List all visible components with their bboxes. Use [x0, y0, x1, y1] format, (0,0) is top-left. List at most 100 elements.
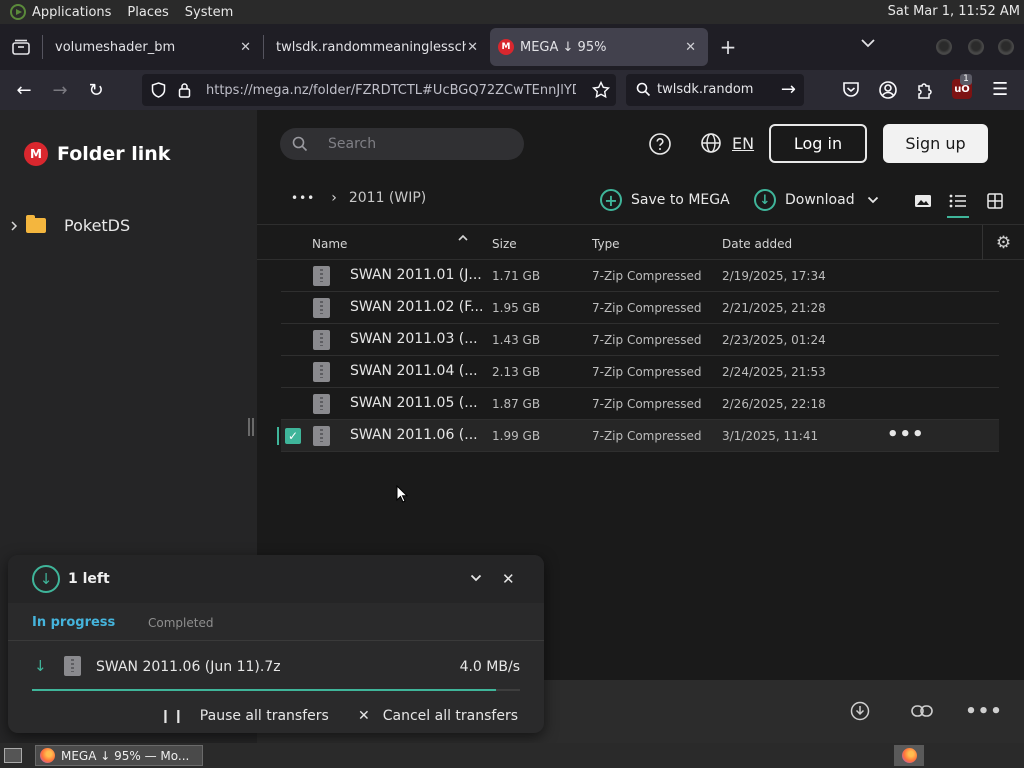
- tab-in-progress[interactable]: In progress: [32, 615, 115, 630]
- row-more-options-icon[interactable]: •••: [887, 424, 925, 445]
- os-menu-places[interactable]: Places: [127, 5, 168, 20]
- table-row[interactable]: SWAN 2011.02 (F... 1.95 GB 7-Zip Compresse…: [281, 292, 999, 324]
- globe-icon[interactable]: [700, 132, 724, 156]
- sidebar-resize-handle[interactable]: [248, 418, 254, 436]
- grid-view-icon[interactable]: [984, 190, 1006, 212]
- file-size: 1.95 GB: [492, 301, 541, 315]
- tab-list-chevron-icon[interactable]: [860, 38, 876, 48]
- file-name: SWAN 2011.02 (F...: [350, 299, 484, 315]
- file-type: 7-Zip Compressed: [592, 333, 702, 347]
- table-row[interactable]: SWAN 2011.04 (... 2.13 GB 7-Zip Compressed…: [281, 356, 999, 388]
- mega-logo-icon[interactable]: M: [24, 142, 48, 166]
- download-button[interactable]: ↓ Download: [754, 189, 879, 211]
- pocket-icon[interactable]: [842, 81, 860, 98]
- tab-twlsdk[interactable]: twlsdk.randommeaninglesschar ✕: [264, 28, 490, 66]
- breadcrumb-current[interactable]: 2011 (WIP): [349, 190, 426, 206]
- workspace-switcher[interactable]: [894, 745, 924, 766]
- tab-close-icon[interactable]: ✕: [240, 40, 251, 55]
- column-header-name[interactable]: Name: [312, 237, 347, 251]
- folder-icon: [26, 215, 46, 233]
- list-view-icon[interactable]: [947, 190, 969, 218]
- tab-volumeshader[interactable]: volumeshader_bm ✕: [43, 28, 263, 66]
- thumbnail-view-icon[interactable]: [912, 190, 934, 212]
- search-bar-text: twlsdk.random: [657, 82, 754, 97]
- tracking-shield-icon[interactable]: [151, 82, 166, 98]
- expand-chevron-icon[interactable]: [10, 220, 18, 231]
- account-icon[interactable]: [878, 80, 898, 100]
- tab-close-icon[interactable]: ✕: [467, 40, 478, 55]
- file-name: SWAN 2011.03 (...: [350, 331, 478, 347]
- signup-button[interactable]: Sign up: [883, 124, 988, 163]
- tab-completed[interactable]: Completed: [148, 616, 213, 630]
- tab-overview-icon[interactable]: [0, 24, 42, 70]
- os-top-panel: Applications Places System Sat Mar 1, 11…: [0, 0, 1024, 24]
- browser-tab-strip: volumeshader_bm ✕ twlsdk.randommeaningle…: [0, 24, 1024, 70]
- close-icon[interactable]: ✕: [502, 570, 515, 588]
- transfer-count: 1 left: [68, 571, 110, 587]
- bookmark-star-icon[interactable]: [592, 81, 610, 99]
- breadcrumb-more-button[interactable]: •••: [291, 191, 315, 205]
- chevron-down-icon[interactable]: [867, 196, 879, 204]
- transfer-manager: ↓ 1 left ✕ In progress Completed ↓ SWAN …: [8, 555, 544, 733]
- row-checkbox[interactable]: ✓: [285, 428, 301, 444]
- url-bar[interactable]: https://mega.nz/folder/FZRDTCTL#UcBGQ72Z…: [142, 74, 616, 106]
- show-desktop-icon[interactable]: [4, 748, 22, 763]
- breadcrumb: ••• › 2011 (WIP): [291, 190, 426, 206]
- extension-badge: 1: [960, 74, 972, 85]
- pause-all-button[interactable]: ❙❙ Pause all transfers: [160, 708, 329, 724]
- window-close-button[interactable]: [998, 39, 1014, 55]
- folder-toolbar: ••• › 2011 (WIP) + Save to MEGA ↓ Downlo…: [257, 180, 1024, 220]
- table-row[interactable]: SWAN 2011.03 (... 1.43 GB 7-Zip Compressed…: [281, 324, 999, 356]
- download-arrow-icon: ↓: [34, 657, 47, 675]
- cancel-all-button[interactable]: ✕ Cancel all transfers: [358, 708, 518, 724]
- search-input[interactable]: Search: [280, 128, 524, 160]
- file-size: 1.99 GB: [492, 429, 541, 443]
- transfer-actions: ❙❙ Pause all transfers ✕ Cancel all tran…: [8, 701, 544, 733]
- link-icon[interactable]: [911, 700, 933, 722]
- search-icon: [292, 136, 308, 152]
- table-row[interactable]: ✓ SWAN 2011.06 (... 1.99 GB 7-Zip Compresse…: [277, 420, 999, 452]
- table-row[interactable]: SWAN 2011.01 (J... 1.71 GB 7-Zip Compresse…: [281, 260, 999, 292]
- os-menu-applications[interactable]: Applications: [32, 5, 111, 20]
- window-maximize-button[interactable]: [968, 39, 984, 55]
- search-go-arrow-icon[interactable]: →: [781, 79, 796, 100]
- search-bar[interactable]: twlsdk.random →: [626, 74, 804, 106]
- download-icon[interactable]: [849, 700, 871, 722]
- file-table-header: Name Size Type Date added ⚙: [257, 224, 1024, 260]
- table-row[interactable]: SWAN 2011.05 (... 1.87 GB 7-Zip Compressed…: [281, 388, 999, 420]
- column-header-size[interactable]: Size: [492, 237, 517, 251]
- language-selector[interactable]: EN: [732, 134, 754, 153]
- transfer-header: ↓ 1 left ✕: [8, 555, 544, 603]
- more-options-icon[interactable]: •••: [965, 700, 1002, 722]
- window-minimize-button[interactable]: [936, 39, 952, 55]
- hamburger-menu-icon[interactable]: ☰: [992, 79, 1008, 100]
- column-header-type[interactable]: Type: [592, 237, 620, 251]
- os-menu-logo-icon[interactable]: [10, 4, 26, 20]
- save-to-mega-button[interactable]: + Save to MEGA: [600, 189, 730, 211]
- taskbar-window-mega[interactable]: MEGA ↓ 95% — Mo...: [35, 745, 203, 766]
- os-menu-system[interactable]: System: [185, 5, 233, 20]
- collapse-chevron-icon[interactable]: [470, 574, 482, 582]
- tab-mega[interactable]: M MEGA ↓ 95% ✕: [490, 28, 708, 66]
- save-to-mega-label: Save to MEGA: [631, 192, 730, 208]
- login-button[interactable]: Log in: [769, 124, 867, 163]
- sidebar-item-poketds[interactable]: PoketDS: [10, 215, 130, 235]
- reload-icon[interactable]: ↻: [78, 74, 114, 106]
- forward-arrow-icon[interactable]: →: [42, 74, 78, 106]
- new-tab-button[interactable]: +: [708, 28, 748, 66]
- help-icon[interactable]: [648, 132, 672, 156]
- os-clock[interactable]: Sat Mar 1, 11:52 AM: [888, 4, 1020, 19]
- back-arrow-icon[interactable]: ←: [6, 74, 42, 106]
- transfer-progress-bar: [32, 689, 520, 691]
- transfer-item[interactable]: ↓ SWAN 2011.06 (Jun 11).7z 4.0 MB/s: [8, 642, 544, 692]
- column-settings-gear-icon[interactable]: ⚙: [982, 225, 1024, 260]
- extensions-puzzle-icon[interactable]: [916, 80, 934, 100]
- browser-nav-bar: ← → ↻ https://mega.nz/folder/FZRDTCTL#Uc…: [0, 70, 1024, 110]
- os-taskbar: MEGA ↓ 95% — Mo...: [0, 743, 1024, 768]
- column-header-date[interactable]: Date added: [722, 237, 792, 251]
- zip-file-icon: [313, 362, 330, 382]
- file-type: 7-Zip Compressed: [592, 397, 702, 411]
- tab-close-icon[interactable]: ✕: [685, 40, 696, 55]
- sort-ascending-icon[interactable]: [458, 234, 468, 241]
- lock-icon[interactable]: [178, 82, 191, 98]
